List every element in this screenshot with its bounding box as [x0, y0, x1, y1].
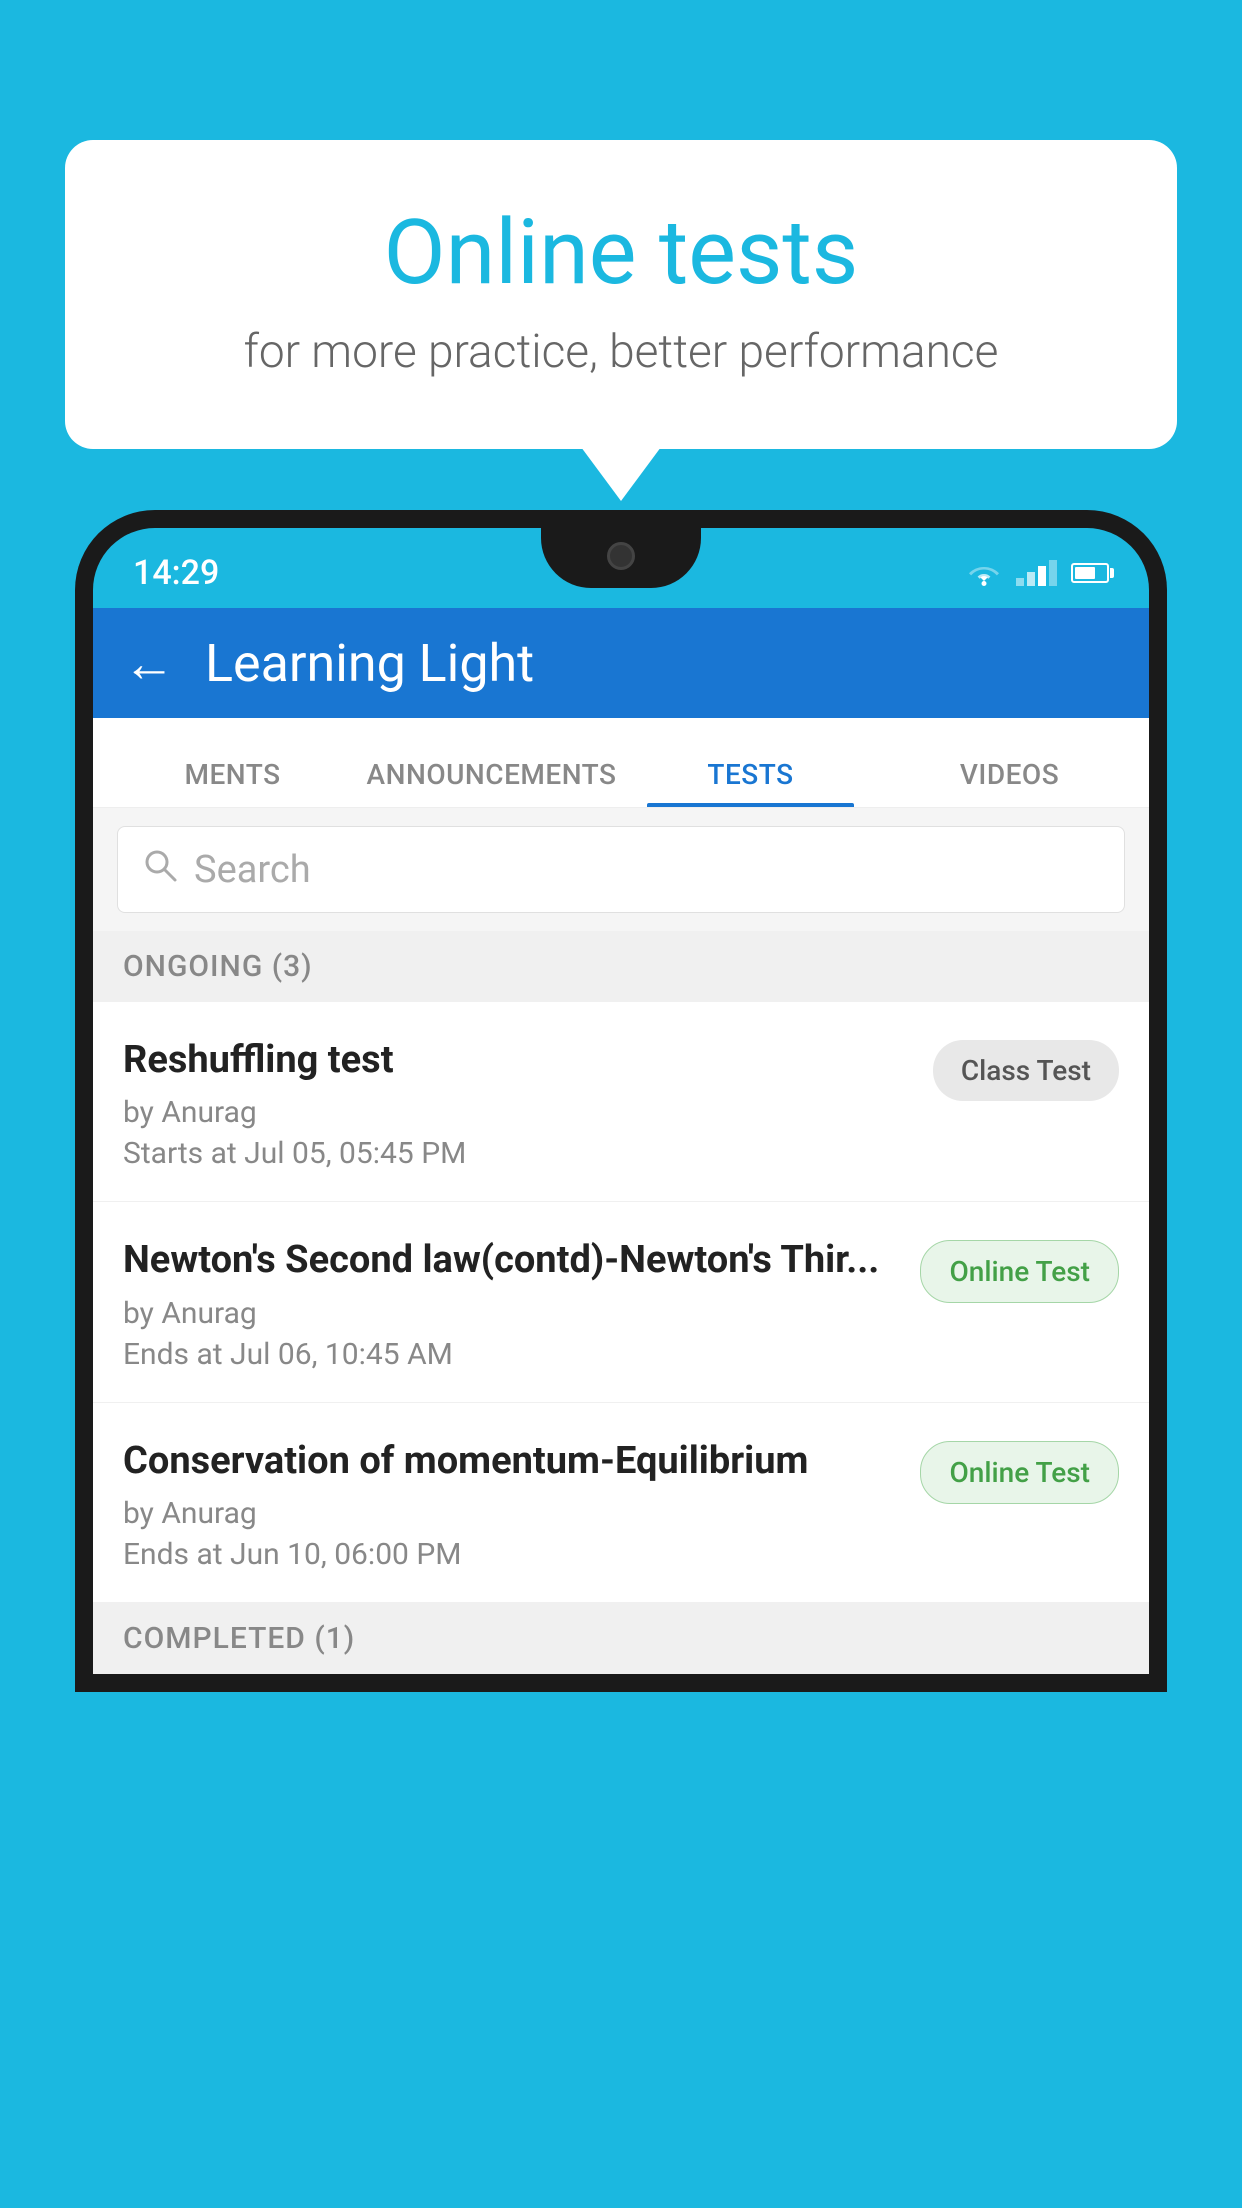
search-input-wrap[interactable]: Search: [117, 826, 1125, 913]
test-name: Newton's Second law(contd)-Newton's Thir…: [123, 1236, 900, 1285]
phone-container: 14:29: [75, 510, 1167, 2208]
phone-screen: ← Learning Light MENTS ANNOUNCEMENTS TES…: [93, 608, 1149, 1674]
status-icons: [966, 549, 1109, 587]
test-item[interactable]: Reshuffling test by Anurag Starts at Jul…: [93, 1002, 1149, 1202]
search-bar: Search: [93, 808, 1149, 931]
test-name: Reshuffling test: [123, 1036, 913, 1085]
tab-ments[interactable]: MENTS: [103, 738, 362, 807]
completed-section-header: COMPLETED (1): [93, 1603, 1149, 1674]
app-bar: ← Learning Light: [93, 608, 1149, 718]
test-info: Reshuffling test by Anurag Starts at Jul…: [123, 1036, 913, 1171]
speech-bubble: Online tests for more practice, better p…: [65, 140, 1177, 449]
wifi-icon: [966, 559, 1002, 587]
search-icon: [142, 845, 178, 894]
test-badge: Class Test: [933, 1040, 1119, 1101]
battery-icon: [1071, 563, 1109, 583]
test-by: by Anurag: [123, 1296, 900, 1331]
ongoing-section-header: ONGOING (3): [93, 931, 1149, 1002]
status-bar: 14:29: [93, 528, 1149, 608]
back-button[interactable]: ←: [123, 633, 175, 694]
camera: [607, 542, 635, 570]
tab-videos[interactable]: VIDEOS: [880, 738, 1139, 807]
tab-announcements[interactable]: ANNOUNCEMENTS: [362, 738, 621, 807]
bubble-subtitle: for more practice, better performance: [145, 325, 1097, 379]
tab-tests[interactable]: TESTS: [621, 738, 880, 807]
tabs-bar: MENTS ANNOUNCEMENTS TESTS VIDEOS: [93, 718, 1149, 808]
test-badge: Online Test: [920, 1240, 1119, 1303]
test-item[interactable]: Conservation of momentum-Equilibrium by …: [93, 1403, 1149, 1603]
signal-bars: [1016, 560, 1057, 586]
test-date: Ends at Jul 06, 10:45 AM: [123, 1337, 900, 1372]
test-item[interactable]: Newton's Second law(contd)-Newton's Thir…: [93, 1202, 1149, 1402]
phone-outer: 14:29: [75, 510, 1167, 1692]
test-by: by Anurag: [123, 1496, 900, 1531]
test-name: Conservation of momentum-Equilibrium: [123, 1437, 900, 1486]
search-input[interactable]: Search: [194, 848, 311, 892]
app-title: Learning Light: [205, 633, 534, 694]
test-date: Starts at Jul 05, 05:45 PM: [123, 1136, 913, 1171]
test-info: Newton's Second law(contd)-Newton's Thir…: [123, 1236, 900, 1371]
test-badge: Online Test: [920, 1441, 1119, 1504]
bubble-title: Online tests: [145, 200, 1097, 305]
test-date: Ends at Jun 10, 06:00 PM: [123, 1537, 900, 1572]
phone-notch: [541, 528, 701, 588]
battery-fill: [1075, 567, 1095, 579]
status-time: 14:29: [133, 543, 219, 593]
test-info: Conservation of momentum-Equilibrium by …: [123, 1437, 900, 1572]
test-by: by Anurag: [123, 1095, 913, 1130]
